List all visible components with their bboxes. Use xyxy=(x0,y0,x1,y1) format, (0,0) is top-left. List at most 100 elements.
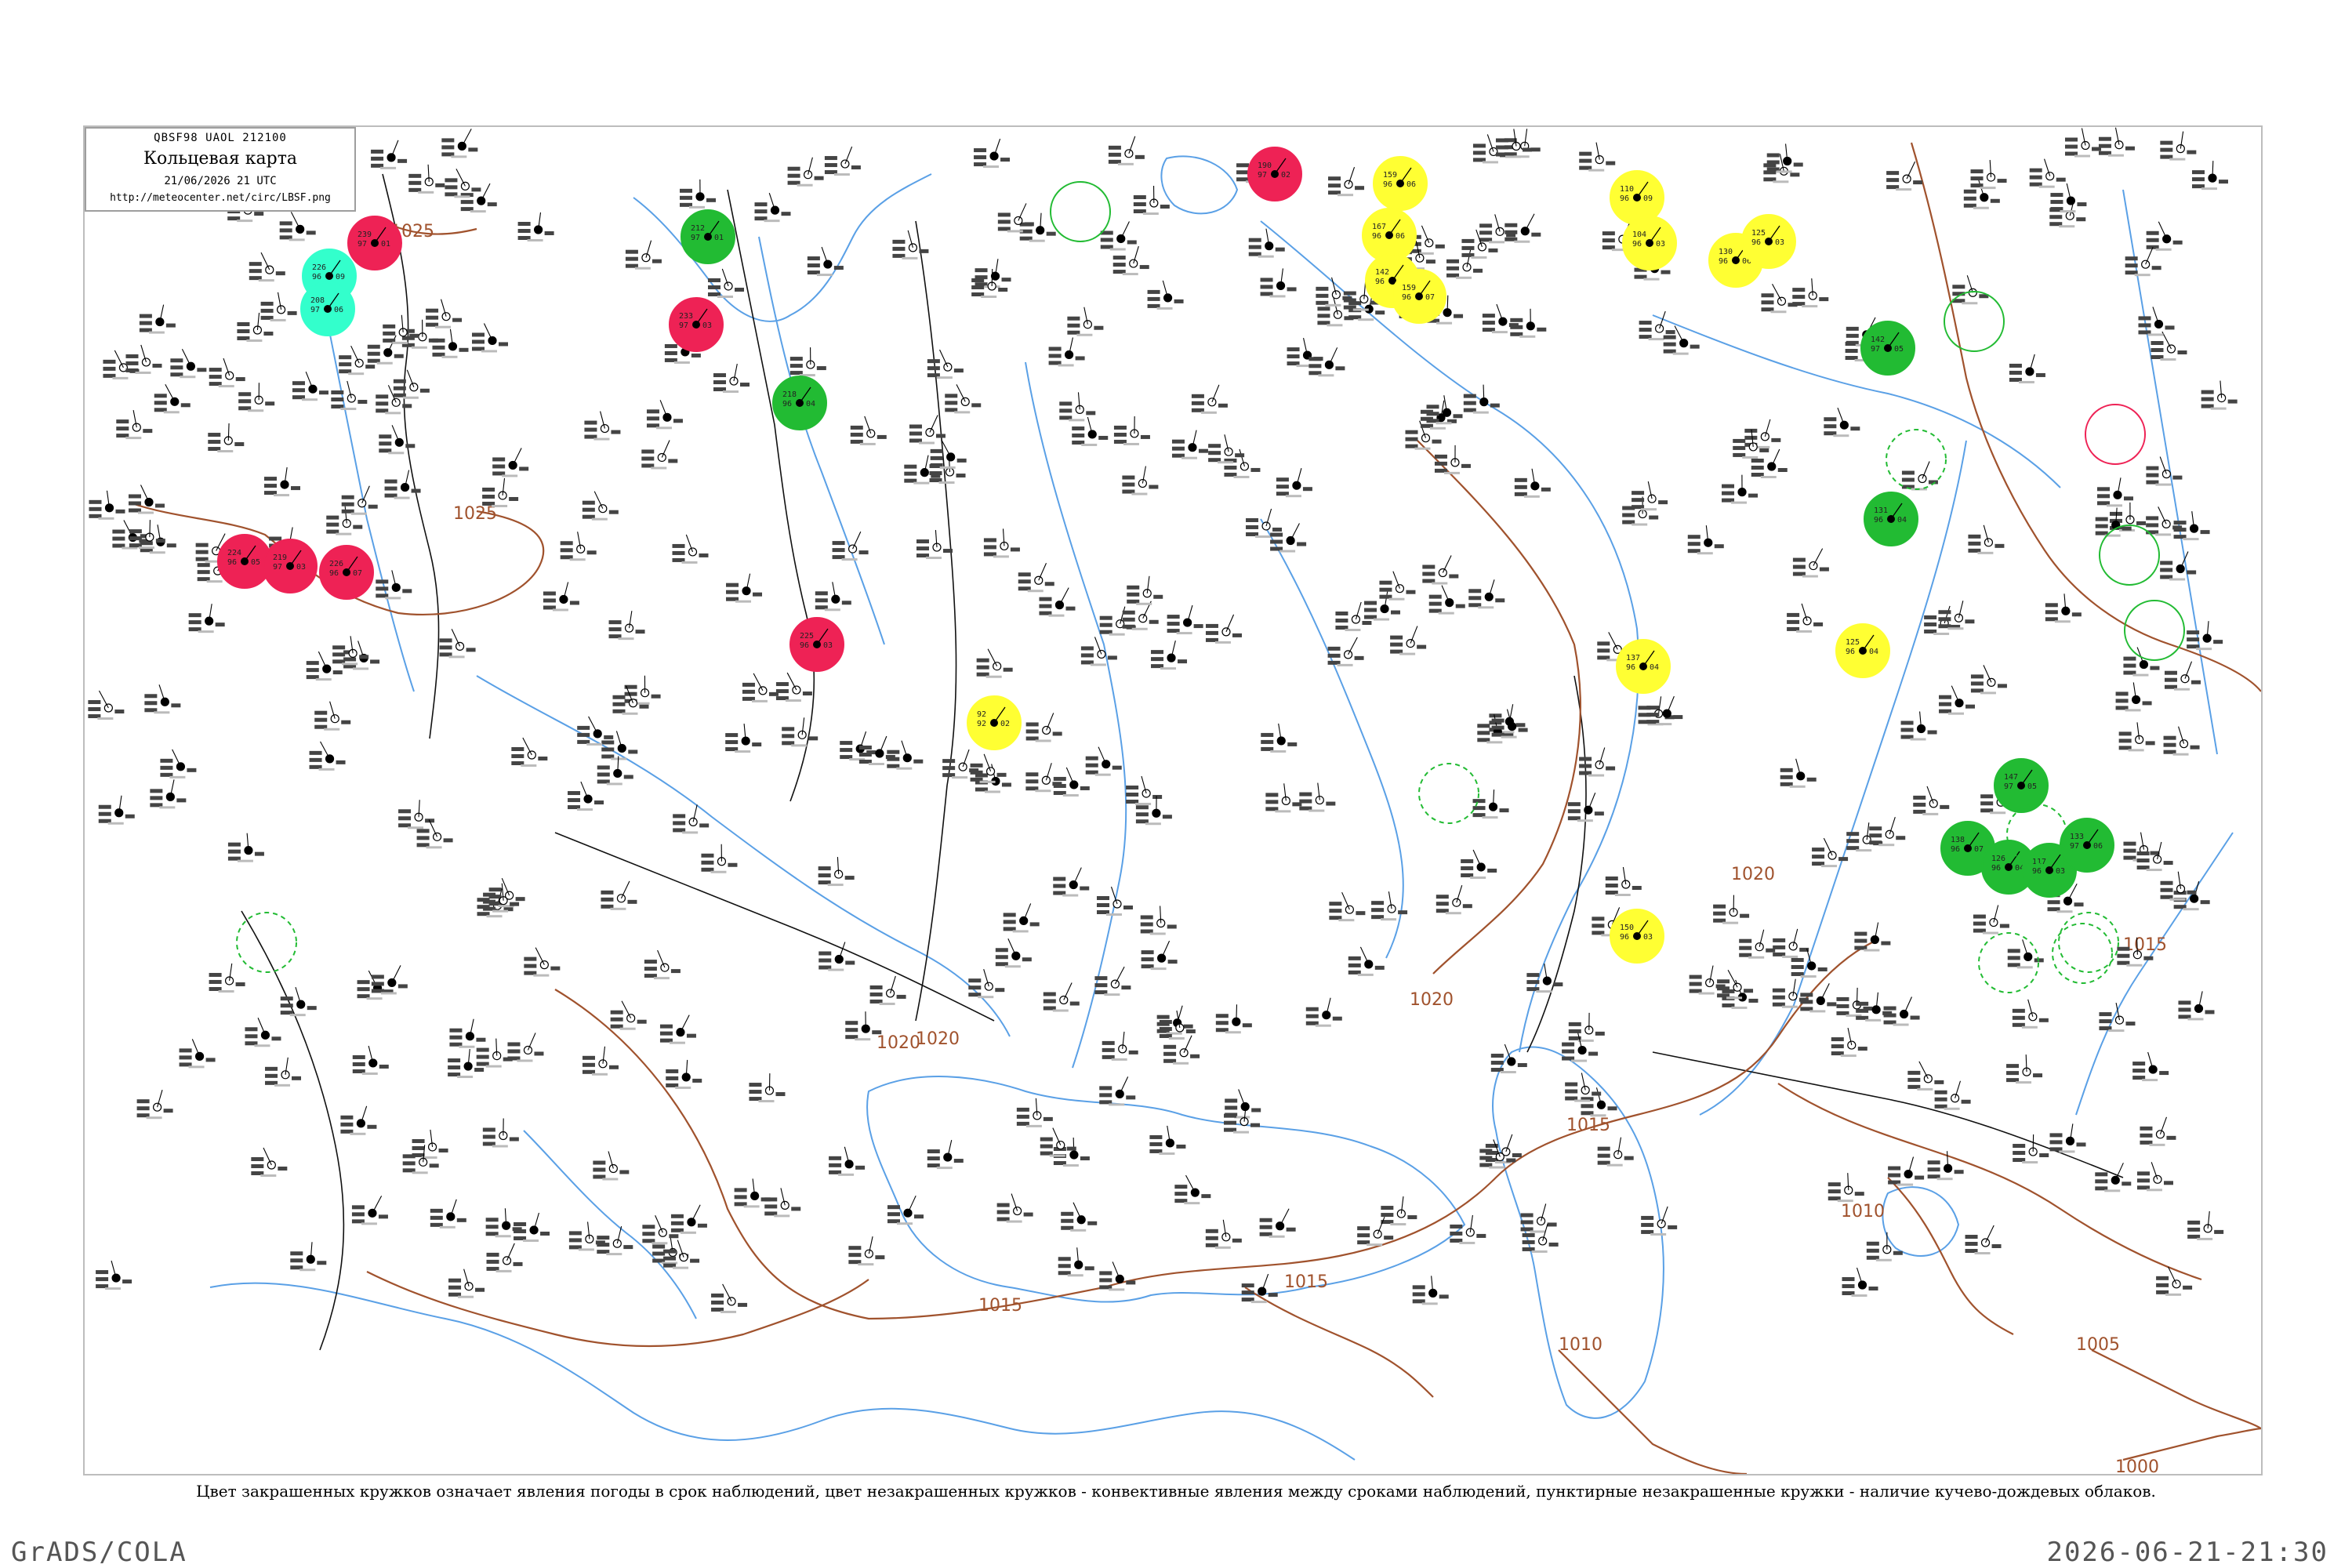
convective-circle[interactable] xyxy=(1418,763,1479,824)
station-value-glyph xyxy=(1689,975,1702,979)
station-plot xyxy=(1260,268,1297,298)
station-value-glyph xyxy=(430,1215,443,1220)
wind-barb-icon xyxy=(140,485,150,503)
station-value-glyph xyxy=(995,955,1008,960)
convective-circle[interactable] xyxy=(1944,291,2005,352)
wind-barb-icon xyxy=(1183,1035,1192,1054)
station-weather-circle[interactable]: 21896 04 xyxy=(772,376,827,430)
station-plot xyxy=(789,347,826,377)
station-value-glyph xyxy=(1061,1218,1074,1223)
station-value-glyph xyxy=(1632,885,1642,890)
station-weather-circle[interactable]: 13196 04 xyxy=(1864,492,1918,546)
station-value-glyph xyxy=(850,432,863,437)
station-plot xyxy=(1025,713,1062,742)
station-weather-circle[interactable]: 23997 01 xyxy=(347,216,402,270)
station-weather-circle[interactable]: 15096 03 xyxy=(1610,909,1664,964)
station-weather-circle[interactable]: 9292 02 xyxy=(967,695,1022,750)
convective-circle[interactable] xyxy=(2124,600,2185,661)
station-value-glyph xyxy=(1171,446,1185,451)
station-id-glyph xyxy=(350,512,367,515)
wind-barb-icon xyxy=(535,947,545,965)
convective-circle[interactable] xyxy=(236,912,297,973)
pressure-tendency-label: 02 xyxy=(1000,720,1010,728)
station-id-glyph xyxy=(2173,688,2190,691)
station-plot xyxy=(968,969,1005,999)
wind-barb-icon xyxy=(1112,1261,1120,1279)
station-id-glyph xyxy=(1181,456,1197,459)
station-value-glyph xyxy=(1812,848,1825,852)
station-value-glyph xyxy=(197,368,207,372)
station-weather-circle[interactable]: 13397 06 xyxy=(2060,818,2114,873)
station-value-glyph xyxy=(612,695,626,699)
station-value-glyph xyxy=(2142,701,2152,706)
station-plot xyxy=(1450,1214,1486,1244)
station-value-glyph xyxy=(2200,530,2210,535)
station-value-glyph xyxy=(2201,390,2214,394)
station-value-glyph xyxy=(628,750,638,754)
station-plot xyxy=(1308,347,1345,377)
station-id-glyph xyxy=(1782,955,1798,958)
station-value-glyph xyxy=(482,487,495,492)
station-value-glyph xyxy=(1715,984,1726,989)
station-value-glyph xyxy=(2074,902,2084,907)
station-id-glyph xyxy=(855,1038,871,1041)
station-weather-circle[interactable]: 12596 04 xyxy=(1835,623,1890,678)
station-value-glyph xyxy=(1099,622,1112,627)
river-volga xyxy=(1260,220,1639,1053)
convective-circle[interactable] xyxy=(1978,932,2039,993)
station-value-glyph xyxy=(2039,1153,2049,1158)
source-url[interactable]: http://meteocenter.net/circ/LBSF.png xyxy=(86,192,354,204)
station-value-glyph xyxy=(195,543,209,547)
station-value-glyph xyxy=(1689,982,1702,986)
station-value-glyph xyxy=(2146,238,2159,242)
station-id-glyph xyxy=(1269,295,1286,298)
station-weather-circle[interactable]: 22696 07 xyxy=(319,545,374,600)
station-value-glyph xyxy=(249,269,262,274)
station-id-glyph xyxy=(1399,652,1416,655)
station-plot xyxy=(1579,142,1616,172)
station-value-glyph xyxy=(1792,557,1806,562)
convective-circle[interactable] xyxy=(2099,524,2160,586)
station-weather-circle[interactable]: 20897 06 xyxy=(300,281,355,336)
station-value-glyph xyxy=(2009,370,2022,375)
station-weather-circle[interactable]: 22596 03 xyxy=(789,617,844,672)
station-value-glyph xyxy=(1348,956,1361,960)
station-id-glyph xyxy=(1035,789,1051,793)
wind-barb-icon xyxy=(1119,1076,1129,1094)
station-value-glyph xyxy=(2218,180,2228,184)
station-weather-circle[interactable]: 12596 03 xyxy=(1741,214,1796,269)
station-weather-circle[interactable]: 14297 05 xyxy=(1860,321,1915,376)
station-weather-circle[interactable]: 19097 02 xyxy=(1247,147,1302,201)
station-value-glyph xyxy=(112,536,125,541)
station-id-glyph xyxy=(868,762,884,765)
station-weather-circle[interactable]: 13796 04 xyxy=(1616,639,1671,694)
station-value-glyph xyxy=(1167,960,1178,964)
station-value-glyph xyxy=(279,221,292,226)
station-value-glyph xyxy=(927,359,940,364)
station-weather-circle[interactable]: 10496 03 xyxy=(1622,216,1677,270)
station-weather-circle[interactable]: 15996 06 xyxy=(1373,156,1428,211)
station-value-glyph xyxy=(1714,544,1724,549)
station-value-glyph xyxy=(1461,858,1474,863)
station-weather-circle[interactable]: 21297 01 xyxy=(681,209,735,264)
station-weather-circle[interactable]: 14797 05 xyxy=(1994,758,2049,813)
station-plot xyxy=(601,880,637,910)
station-value-glyph xyxy=(1025,729,1039,734)
station-value-glyph xyxy=(476,1037,486,1042)
station-id-glyph xyxy=(2165,1293,2182,1296)
station-value-glyph xyxy=(439,645,452,650)
station-plot xyxy=(1952,275,1989,305)
station-id-glyph xyxy=(1233,475,1250,478)
station-value-glyph xyxy=(2213,640,2223,644)
station-plot xyxy=(1854,922,1891,952)
station-weather-circle[interactable]: 23397 03 xyxy=(669,297,724,352)
station-id-glyph xyxy=(2059,225,2075,228)
station-value-glyph xyxy=(1053,776,1066,781)
station-weather-circle[interactable]: 21997 03 xyxy=(263,539,318,593)
station-weather-circle[interactable]: 15996 07 xyxy=(1392,269,1446,324)
convective-circle[interactable] xyxy=(1050,181,1111,242)
convective-circle[interactable] xyxy=(2085,404,2146,465)
station-weather-circle[interactable]: 11096 09 xyxy=(1610,170,1664,225)
wind-barb-icon xyxy=(350,345,360,364)
station-value-glyph xyxy=(1748,493,1759,498)
